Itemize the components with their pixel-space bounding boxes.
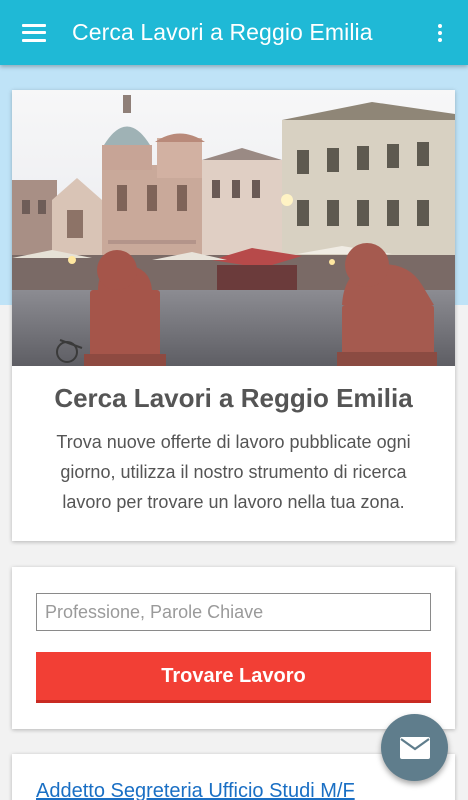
search-input[interactable]: [36, 593, 431, 631]
hamburger-menu-icon[interactable]: [22, 23, 46, 42]
search-card: Trovare Lavoro: [12, 567, 455, 729]
intro-card: Cerca Lavori a Reggio Emilia Trova nuove…: [12, 90, 455, 541]
app-bar: Cerca Lavori a Reggio Emilia: [0, 0, 468, 65]
app-title: Cerca Lavori a Reggio Emilia: [72, 19, 373, 45]
more-vert-icon[interactable]: [428, 18, 452, 48]
city-photo: [12, 90, 455, 366]
intro-title: Cerca Lavori a Reggio Emilia: [54, 383, 413, 413]
email-fab-button[interactable]: [381, 714, 448, 781]
email-icon: [399, 736, 430, 759]
intro-description: Trova nuove offerte di lavoro pubblicate…: [56, 432, 411, 512]
search-button[interactable]: Trovare Lavoro: [36, 652, 431, 703]
job-title-link[interactable]: Addetto Segreteria Ufficio Studi M/F: [36, 780, 355, 800]
